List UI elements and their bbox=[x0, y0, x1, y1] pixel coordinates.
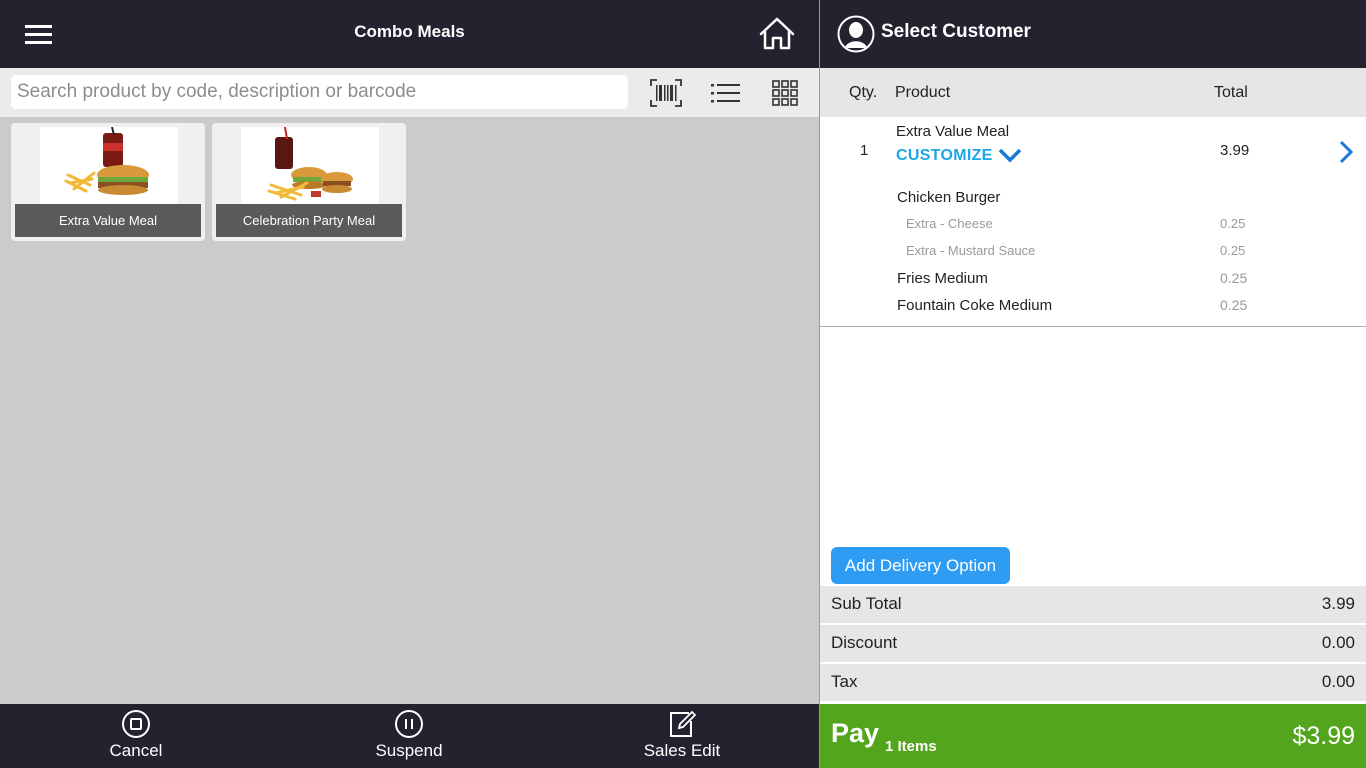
list-view-icon[interactable] bbox=[709, 78, 743, 108]
discount-value: 0.00 bbox=[1321, 633, 1355, 652]
meal-image bbox=[40, 127, 178, 205]
suspend-label: Suspend bbox=[375, 741, 443, 760]
order-line-item[interactable]: 1 Extra Value Meal CUSTOMIZE 3.99 Chicke… bbox=[820, 117, 1366, 327]
component-name: Fries Medium bbox=[897, 270, 988, 287]
pay-item-count: 1 Items bbox=[885, 738, 937, 755]
product-name: Celebration Party Meal bbox=[216, 204, 402, 237]
home-icon[interactable] bbox=[758, 16, 796, 52]
chevron-right-icon[interactable] bbox=[1336, 139, 1356, 165]
cancel-button[interactable]: Cancel bbox=[56, 704, 216, 768]
modifier-name: Extra - Mustard Sauce bbox=[906, 243, 1036, 258]
grid-view-icon[interactable] bbox=[770, 78, 804, 108]
category-title: Combo Meals bbox=[354, 22, 465, 41]
tax-label: Tax bbox=[831, 672, 858, 691]
subtotal-label: Sub Total bbox=[831, 594, 902, 613]
line-qty: 1 bbox=[860, 142, 869, 159]
suspend-button[interactable]: Suspend bbox=[329, 704, 489, 768]
subtotal-row: Sub Total 3.99 bbox=[820, 586, 1366, 623]
product-header: Product bbox=[895, 84, 951, 101]
customer-title: Select Customer bbox=[881, 21, 1031, 42]
modifier-price: 0.25 bbox=[1220, 243, 1246, 258]
select-customer-button[interactable]: Select Customer bbox=[820, 0, 1366, 68]
add-delivery-option-button[interactable]: Add Delivery Option bbox=[831, 547, 1010, 584]
product-name: Extra Value Meal bbox=[15, 204, 201, 237]
edit-icon bbox=[670, 710, 697, 737]
pause-icon bbox=[395, 710, 423, 738]
component-price: 0.25 bbox=[1220, 297, 1248, 313]
action-bar: Cancel Suspend Sales Edit bbox=[0, 704, 819, 768]
tax-row: Tax 0.00 bbox=[820, 664, 1366, 701]
total-header: Total bbox=[1214, 84, 1248, 101]
component-price: 0.25 bbox=[1220, 270, 1248, 286]
sales-edit-button[interactable]: Sales Edit bbox=[602, 704, 762, 768]
component-name: Chicken Burger bbox=[897, 189, 1001, 206]
discount-label: Discount bbox=[831, 633, 898, 652]
pay-button[interactable]: Pay 1 Items $3.99 bbox=[820, 704, 1366, 768]
tax-value: 0.00 bbox=[1321, 672, 1355, 691]
customize-link[interactable]: CUSTOMIZE bbox=[896, 147, 993, 165]
pay-label: Pay bbox=[831, 718, 880, 748]
subtotal-value: 3.99 bbox=[1321, 594, 1355, 613]
line-product-name: Extra Value Meal bbox=[896, 123, 1010, 140]
product-card-celebration-party-meal[interactable]: Celebration Party Meal bbox=[212, 123, 406, 241]
order-table-header: Qty. Product Total bbox=[820, 68, 1366, 117]
meal-image bbox=[241, 127, 379, 205]
chevron-down-icon[interactable] bbox=[998, 147, 1022, 163]
line-total: 3.99 bbox=[1220, 142, 1250, 159]
modifier-name: Extra - Cheese bbox=[906, 216, 993, 231]
product-panel: Combo Meals Search product by code, desc… bbox=[0, 0, 819, 768]
search-bar bbox=[0, 68, 819, 117]
barcode-scan-icon[interactable] bbox=[649, 78, 683, 108]
qty-header: Qty. bbox=[849, 84, 878, 101]
stop-icon bbox=[122, 710, 150, 738]
product-card-extra-value-meal[interactable]: Extra Value Meal bbox=[11, 123, 205, 241]
component-name: Fountain Coke Medium bbox=[897, 297, 1053, 314]
sales-edit-label: Sales Edit bbox=[643, 741, 721, 760]
cancel-label: Cancel bbox=[109, 741, 163, 760]
user-icon bbox=[837, 15, 875, 53]
pay-total: $3.99 bbox=[1292, 722, 1355, 750]
modifier-price: 0.25 bbox=[1220, 216, 1246, 231]
top-bar: Combo Meals bbox=[0, 0, 819, 68]
order-panel: Select Customer Qty. Product Total 1 Ext… bbox=[820, 0, 1366, 768]
search-input[interactable] bbox=[11, 75, 628, 109]
discount-row[interactable]: Discount 0.00 bbox=[820, 625, 1366, 662]
